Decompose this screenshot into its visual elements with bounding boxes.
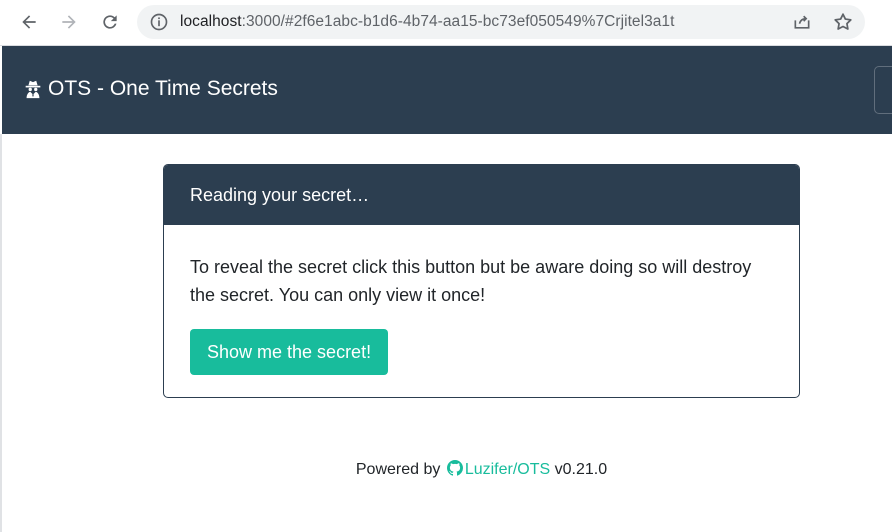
url-host: localhost	[180, 13, 242, 30]
url-path: :3000/#2f6e1abc-b1d6-4b74-aa15-bc73ef050…	[241, 13, 675, 30]
footer: Powered by Luzifer/OTS v0.21.0	[0, 460, 892, 479]
brand-label: OTS - One Time Secrets	[48, 77, 278, 100]
info-icon[interactable]	[149, 12, 169, 32]
arrow-left-icon	[22, 15, 36, 29]
footer-prefix: Powered by	[355, 461, 441, 478]
card-text: To reveal the secret click this button b…	[190, 257, 752, 305]
user-secret-icon	[25, 80, 41, 99]
github-icon	[446, 460, 463, 476]
address-bar[interactable]: localhost:3000/#2f6e1abc-b1d6-4b74-aa15-…	[137, 5, 865, 39]
url-text[interactable]: localhost:3000/#2f6e1abc-b1d6-4b74-aa15-…	[180, 13, 674, 31]
arrow-right-icon	[62, 15, 76, 29]
browser-toolbar: localhost:3000/#2f6e1abc-b1d6-4b74-aa15-…	[0, 0, 892, 46]
app-navbar: OTS - One Time Secrets	[2, 46, 892, 134]
secret-card: Reading your secret… To reveal the secre…	[163, 164, 800, 398]
forward-button[interactable]	[55, 8, 83, 36]
star-icon[interactable]	[832, 11, 854, 33]
share-icon[interactable]	[792, 12, 812, 32]
footer-version: v0.21.0	[554, 461, 608, 478]
github-link[interactable]: Luzifer/OTS	[465, 461, 550, 478]
card-body: To reveal the secret click this button b…	[164, 225, 799, 375]
back-button[interactable]	[15, 8, 43, 36]
card-header: Reading your secret…	[164, 165, 799, 225]
brand[interactable]: OTS - One Time Secrets	[22, 77, 278, 101]
navbar-toggle-button[interactable]	[874, 66, 892, 114]
show-secret-button[interactable]: Show me the secret!	[190, 329, 389, 375]
reload-button[interactable]	[96, 8, 124, 36]
reload-icon	[103, 15, 117, 29]
